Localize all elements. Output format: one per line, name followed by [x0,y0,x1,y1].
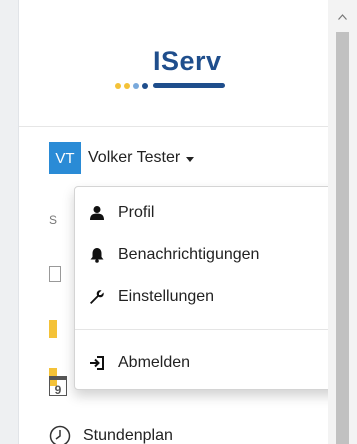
scrollbar-thumb[interactable] [336,32,349,444]
nav-item-stundenplan[interactable]: Stundenplan [49,425,173,444]
calendar-icon: 9 [49,376,67,397]
logo-dot [124,83,130,89]
clock-icon [49,425,71,444]
user-dropdown-menu: Profil Benachrichtigungen Einstellungen … [74,186,329,390]
scroll-up-arrow-icon[interactable] [328,14,357,30]
scrollbar[interactable] [328,0,357,444]
caret-down-icon [186,156,195,162]
left-gutter [0,0,18,444]
menu-divider [75,329,329,330]
nav-label: Stundenplan [83,427,173,444]
iserv-logo[interactable]: IServ [115,46,235,96]
menu-item-benachrichtigungen[interactable]: Benachrichtigungen [75,240,329,270]
menu-item-label: Profil [118,204,155,221]
section-heading-partial: S [49,213,58,227]
logo-area: IServ [19,0,329,127]
logo-dot [133,83,139,89]
menu-item-abmelden[interactable]: Abmelden [75,348,329,378]
logo-dot [115,83,121,89]
user-name: Volker Tester [88,149,181,166]
nav-icon-partial [49,266,61,282]
logo-dot [142,83,148,89]
logo-underline [153,83,225,88]
avatar: VT [49,142,81,174]
menu-item-einstellungen[interactable]: Einstellungen [75,282,329,312]
user-icon [88,204,106,222]
menu-item-label: Benachrichtigungen [118,246,260,263]
logo-text: IServ [153,46,222,76]
sidebar: IServ VT Volker Tester S 9 Kalender Stun… [18,0,330,444]
menu-item-profil[interactable]: Profil [75,198,329,228]
menu-item-label: Abmelden [118,354,191,371]
bell-icon [88,246,106,264]
user-menu-toggle[interactable]: VT Volker Tester [49,142,195,174]
menu-item-label: Einstellungen [118,288,215,305]
sign-out-icon [88,354,106,372]
folder-icon-partial [49,320,57,338]
wrench-icon [88,288,106,306]
